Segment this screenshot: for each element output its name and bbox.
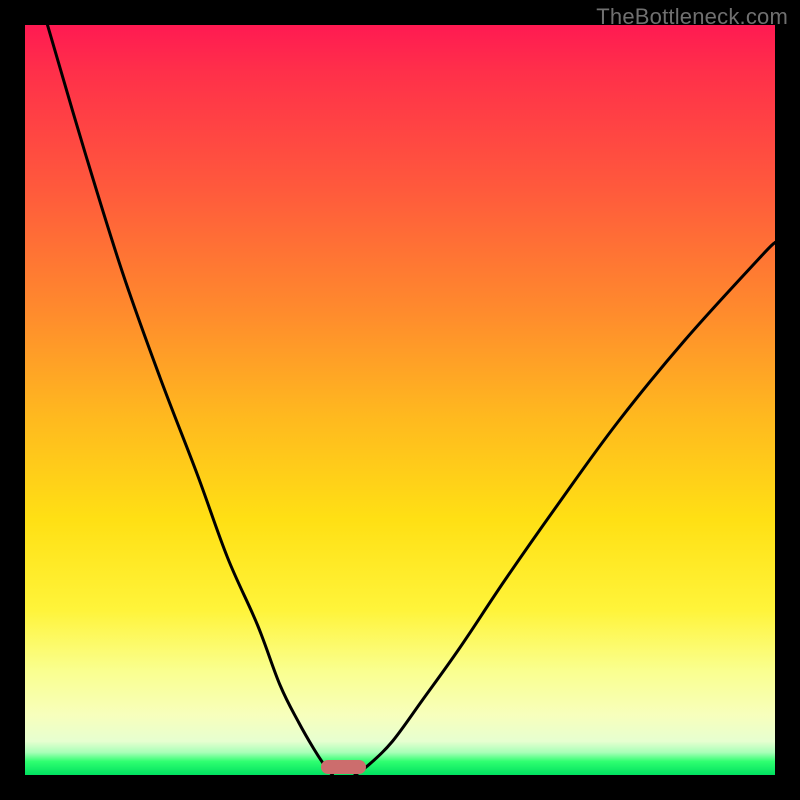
plot-area [25, 25, 775, 775]
curve-right-branch [355, 243, 775, 776]
curve-left-branch [48, 25, 333, 775]
watermark-text: TheBottleneck.com [596, 4, 788, 30]
optimal-marker [321, 760, 366, 774]
outer-frame: TheBottleneck.com [0, 0, 800, 800]
bottleneck-curve [25, 25, 775, 775]
